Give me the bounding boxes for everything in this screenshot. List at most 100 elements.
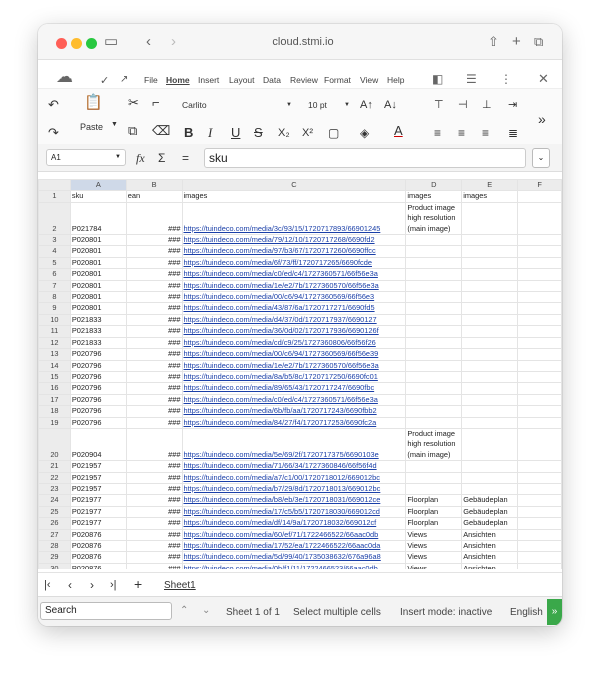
underline-icon[interactable]: U xyxy=(231,125,240,141)
cell-a[interactable]: P020796 xyxy=(69,416,127,429)
cell-c[interactable]: https://tuindeco.com/media/00/c6/94/1727… xyxy=(181,348,407,361)
cell-b[interactable]: ### xyxy=(125,291,183,304)
italic-icon[interactable]: I xyxy=(208,125,212,141)
sidebar-toggle-icon[interactable]: ◧ xyxy=(432,69,443,89)
cell-c[interactable]: https://tuindeco.com/media/17/c5/b5/1720… xyxy=(181,505,407,519)
row-header[interactable]: 6 xyxy=(38,268,71,281)
align-bottom-icon[interactable]: ⊥ xyxy=(482,97,492,113)
cell-a[interactable]: sku xyxy=(69,190,127,203)
cell-a[interactable]: P021957 xyxy=(69,482,127,496)
cell-a[interactable]: P021833 xyxy=(69,325,127,338)
cell-a[interactable]: P020796 xyxy=(69,359,127,372)
menu-review[interactable]: Review xyxy=(290,75,318,85)
row-header[interactable]: 19 xyxy=(38,416,71,429)
language[interactable]: English xyxy=(510,605,543,621)
row-header[interactable]: 15 xyxy=(38,370,71,384)
cell-e[interactable] xyxy=(461,313,519,327)
cell-a[interactable]: P021833 xyxy=(69,336,127,350)
row-header[interactable]: 25 xyxy=(38,505,71,519)
cell-b[interactable]: ### xyxy=(125,256,183,270)
cell-e[interactable]: Gebäudeplan xyxy=(461,505,519,519)
cell-f[interactable] xyxy=(517,291,562,304)
cell-c[interactable]: https://tuindeco.com/media/d4/37/0d/1720… xyxy=(181,313,407,327)
cell-c[interactable]: https://tuindeco.com/media/00/c6/94/1727… xyxy=(181,291,407,304)
cell-c[interactable]: https://tuindeco.com/media/5d/99/40/1735… xyxy=(181,551,407,564)
align-center-icon[interactable]: ≡ xyxy=(458,125,465,141)
sheet-table[interactable]: A B C D E F 1 sku ean images images images 2 P0… xyxy=(38,179,562,569)
row-header[interactable]: 13 xyxy=(38,348,71,361)
search-input[interactable]: Search xyxy=(40,602,172,620)
cell-f[interactable] xyxy=(517,482,562,496)
add-sheet-icon[interactable]: + xyxy=(134,576,142,592)
cell-d[interactable]: Floorplan xyxy=(405,517,463,530)
cell-c[interactable]: https://tuindeco.com/media/43/87/6a/1720… xyxy=(181,302,407,315)
name-box[interactable]: A1 ▼ xyxy=(46,149,126,166)
cell-b[interactable]: ### xyxy=(125,348,183,361)
cell-d[interactable]: Floorplan xyxy=(405,505,463,519)
cell-e[interactable] xyxy=(461,471,519,484)
row-header[interactable]: 29 xyxy=(38,551,71,564)
cell-d[interactable] xyxy=(405,460,463,473)
cell-c[interactable]: https://tuindeco.com/media/b7/29/8d/1720… xyxy=(181,482,407,496)
cell-f[interactable] xyxy=(517,471,562,484)
cell-b[interactable]: ### xyxy=(125,494,183,507)
new-tab-icon[interactable]: + xyxy=(512,32,521,52)
cell-e[interactable] xyxy=(461,291,519,304)
search-up-icon[interactable]: ⌃ xyxy=(180,603,188,619)
expand-formula-button[interactable]: ⌄ xyxy=(532,148,550,168)
increase-font-icon[interactable]: A↑ xyxy=(360,97,373,113)
select-all-corner[interactable] xyxy=(38,179,71,192)
menu-insert[interactable]: Insert xyxy=(198,75,219,85)
cell-e[interactable] xyxy=(461,268,519,281)
row-header[interactable]: 17 xyxy=(38,393,71,407)
column-header-f[interactable]: F xyxy=(517,179,562,192)
cell-a[interactable]: P020876 xyxy=(69,539,127,553)
cell-f[interactable] xyxy=(517,190,562,203)
cell-c[interactable]: https://tuindeco.com/media/17/52/ea/1722… xyxy=(181,539,407,553)
strikethrough-icon[interactable]: S xyxy=(254,125,263,141)
cell-f[interactable] xyxy=(517,382,562,395)
cell-a[interactable]: P020796 xyxy=(69,405,127,418)
cell-e[interactable] xyxy=(461,201,519,236)
row-header[interactable]: 14 xyxy=(38,359,71,372)
cell-a[interactable]: P021977 xyxy=(69,505,127,519)
cell-e[interactable]: Ansichten xyxy=(461,551,519,564)
cell-b[interactable]: ### xyxy=(125,313,183,327)
column-header-a[interactable]: A xyxy=(69,179,127,192)
cell-f[interactable] xyxy=(517,562,562,569)
redo-icon[interactable]: ↷ xyxy=(48,125,59,141)
cell-e[interactable] xyxy=(461,359,519,372)
row-header[interactable]: 2 xyxy=(38,201,71,236)
row-header[interactable]: 23 xyxy=(38,482,71,496)
cell-d[interactable]: Views xyxy=(405,539,463,553)
formula-input[interactable]: sku xyxy=(204,148,526,168)
cell-c[interactable]: https://tuindeco.com/media/36/0d/02/1720… xyxy=(181,325,407,338)
cell-d[interactable]: Floorplan xyxy=(405,494,463,507)
cell-f[interactable] xyxy=(517,201,562,236)
cell-a[interactable]: P020796 xyxy=(69,370,127,384)
cell-c[interactable]: images xyxy=(181,190,407,203)
sheet-body[interactable]: 1 sku ean images images images 2 P021784 ### http… xyxy=(38,190,562,569)
cell-e[interactable] xyxy=(461,245,519,258)
cell-b[interactable]: ### xyxy=(125,539,183,553)
cell-d[interactable] xyxy=(405,291,463,304)
cell-c[interactable]: https://tuindeco.com/media/89/65/43/1720… xyxy=(181,382,407,395)
cell-e[interactable] xyxy=(461,370,519,384)
cell-c[interactable]: https://tuindeco.com/media/97/b3/67/1720… xyxy=(181,245,407,258)
cell-b[interactable]: ### xyxy=(125,382,183,395)
cell-d[interactable] xyxy=(405,348,463,361)
indent-icon[interactable]: ⇥ xyxy=(508,97,517,113)
cell-f[interactable] xyxy=(517,517,562,530)
cell-e[interactable] xyxy=(461,382,519,395)
cell-b[interactable]: ### xyxy=(125,245,183,258)
cell-b[interactable]: ### xyxy=(125,201,183,236)
cell-d[interactable] xyxy=(405,325,463,338)
cell-c[interactable]: https://tuindeco.com/media/1e/e2/7b/1727… xyxy=(181,279,407,293)
font-color-icon[interactable]: A xyxy=(394,123,403,139)
cell-e[interactable]: Gebäudeplan xyxy=(461,517,519,530)
cell-c[interactable]: https://tuindeco.com/media/b8/eb/3e/1720… xyxy=(181,494,407,507)
cell-c[interactable]: https://tuindeco.com/media/79/12/10/1720… xyxy=(181,234,407,247)
cell-f[interactable] xyxy=(517,268,562,281)
cell-a[interactable]: P020796 xyxy=(69,348,127,361)
paste-button[interactable]: Paste xyxy=(80,119,103,135)
